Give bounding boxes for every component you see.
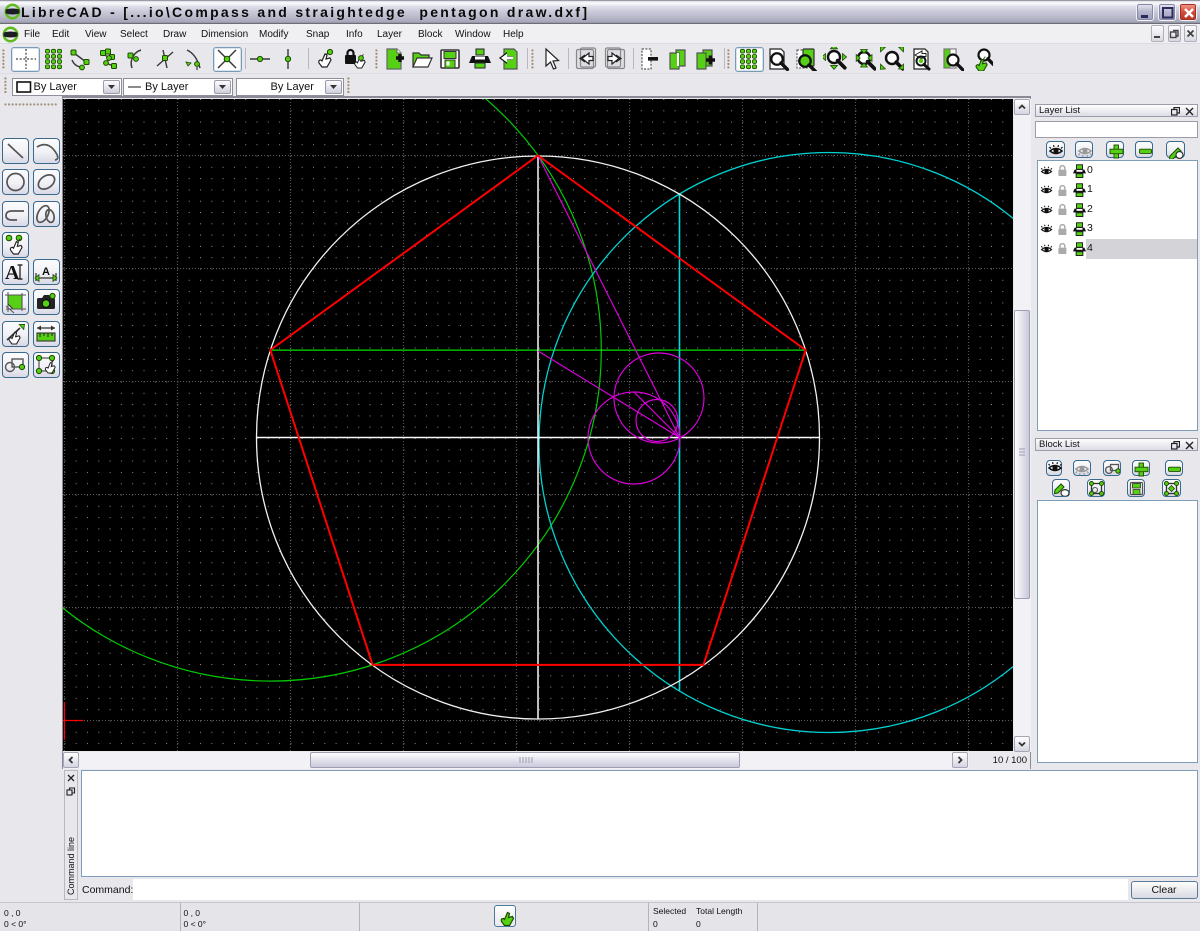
svg-text:A: A	[42, 266, 50, 278]
